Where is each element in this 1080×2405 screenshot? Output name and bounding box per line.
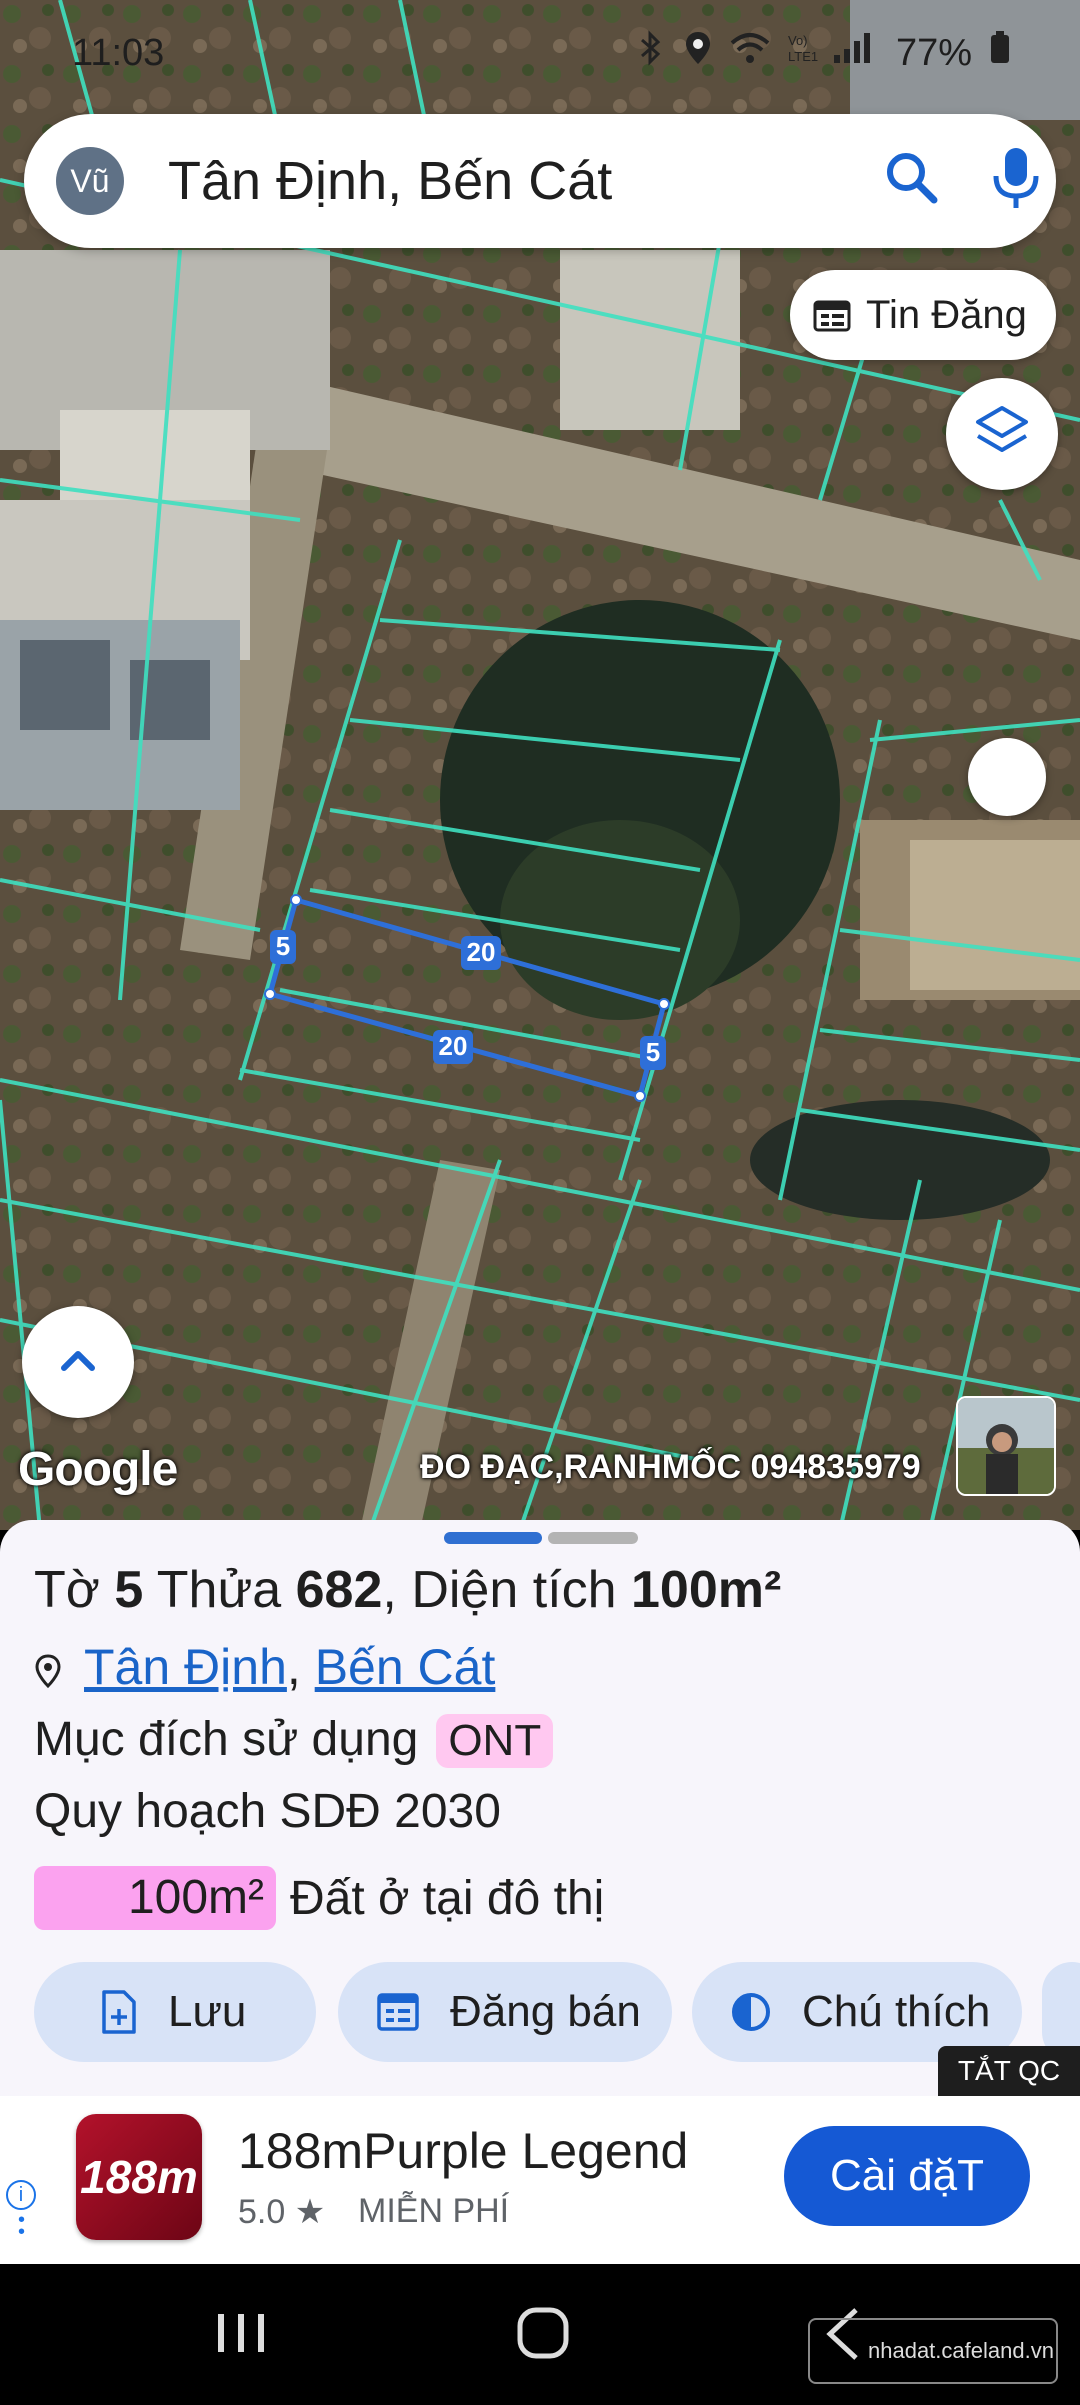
sheet-handle-inactive[interactable] (548, 1532, 638, 1544)
calendar-list-icon (377, 1993, 419, 2031)
land-use-area: 100m² (34, 1866, 276, 1930)
location-icon (684, 30, 712, 76)
land-purpose: Mục đích sử dụng ONT (34, 1712, 554, 1768)
svg-text:20: 20 (467, 937, 496, 967)
listings-chip-label: Tin Đăng (866, 292, 1027, 337)
svg-text:5: 5 (276, 931, 290, 961)
listings-chip[interactable]: Tin Đăng (790, 270, 1056, 360)
land-use-row: 100m² Đất ở tại đô thị (34, 1866, 604, 1930)
parcel-title: Tờ 5 Thửa 682, Diện tích 100m² (34, 1561, 782, 1619)
contrast-icon (732, 1993, 770, 2031)
ad-info-icon[interactable]: i (6, 2180, 36, 2210)
svg-text:5: 5 (646, 1037, 660, 1067)
recent-apps-button[interactable] (218, 2314, 264, 2352)
street-view-thumbnail[interactable] (956, 1396, 1056, 1496)
search-query[interactable]: Tân Định, Bến Cát (168, 150, 612, 212)
district-link[interactable]: Bến Cát (315, 1639, 496, 1695)
battery-level: 77% (895, 31, 972, 74)
action-row: Lưu Đăng bán Chú thích (34, 1962, 1080, 2062)
land-use-type: Đất ở tại đô thị (290, 1871, 605, 1925)
expand-up-button[interactable] (22, 1306, 134, 1418)
status-time: 11:03 (72, 32, 165, 74)
ad-banner[interactable]: i • • 188m 188mPurple Legend 5.0 ★ MIỄN P… (0, 2096, 1080, 2264)
dimension-label-top: 20 (461, 936, 501, 970)
ward-link[interactable]: Tân Định (84, 1639, 287, 1695)
layers-button[interactable] (946, 378, 1058, 490)
surveyor-watermark: ĐO ĐẠC,RANHMỐC 094835979 (420, 1448, 921, 1486)
save-button[interactable]: Lưu (34, 1962, 316, 2062)
wifi-icon (730, 31, 770, 75)
install-button[interactable]: Cài đặT (784, 2126, 1030, 2226)
ad-app-name[interactable]: 188mPurple Legend (238, 2122, 688, 2180)
location-pin-icon (35, 1654, 61, 1688)
svg-text:LTE1: LTE1 (788, 49, 818, 64)
home-button[interactable] (517, 2307, 569, 2359)
ad-rating: 5.0 ★ (238, 2193, 326, 2231)
calendar-icon (813, 300, 851, 332)
search-bar[interactable]: Vũ Tân Định, Bến Cát (24, 114, 1056, 248)
purpose-code-badge: ONT (436, 1714, 554, 1768)
microphone-icon[interactable] (986, 144, 1046, 219)
parcel-location: Tân Định, Bến Cát (34, 1638, 495, 1696)
dimension-label-right: 5 (640, 1036, 666, 1070)
land-plan-label: Quy hoạch SDĐ 2030 (34, 1785, 501, 1838)
dimension-label-bottom: 20 (433, 1030, 473, 1064)
ad-price: MIỄN PHÍ (358, 2192, 510, 2230)
close-ad-button[interactable]: TẮT QC (938, 2046, 1080, 2096)
chevron-up-icon (61, 1351, 95, 1371)
location-dot-button[interactable] (968, 738, 1046, 816)
layers-icon (976, 406, 1028, 452)
signal-icon: Vo) LTE1 (788, 31, 878, 75)
add-file-icon (102, 1990, 136, 2034)
status-bar: 11:03 Vo) LTE1 77% (0, 0, 1080, 110)
battery-icon (990, 31, 1010, 75)
account-avatar[interactable]: Vũ (56, 147, 124, 215)
google-attribution: Google (18, 1443, 178, 1496)
post-sale-button[interactable]: Đăng bán (338, 1962, 672, 2062)
sheet-handle-active[interactable] (444, 1532, 542, 1544)
svg-text:20: 20 (439, 1031, 468, 1061)
status-icons: Vo) LTE1 77% (636, 30, 1010, 76)
cafeland-watermark-logo: nhadat.cafeland.vn (808, 2318, 1058, 2384)
parcel-info-sheet[interactable]: Tờ 5 Thửa 682, Diện tích 100m² Tân Định,… (0, 1520, 1080, 2096)
dimension-label-left: 5 (270, 930, 296, 964)
ad-dots-icon: • • (18, 2209, 26, 2243)
bluetooth-icon (636, 30, 666, 76)
svg-text:Vo): Vo) (788, 33, 808, 48)
ad-app-icon[interactable]: 188m (76, 2114, 202, 2240)
search-icon[interactable] (882, 148, 942, 213)
